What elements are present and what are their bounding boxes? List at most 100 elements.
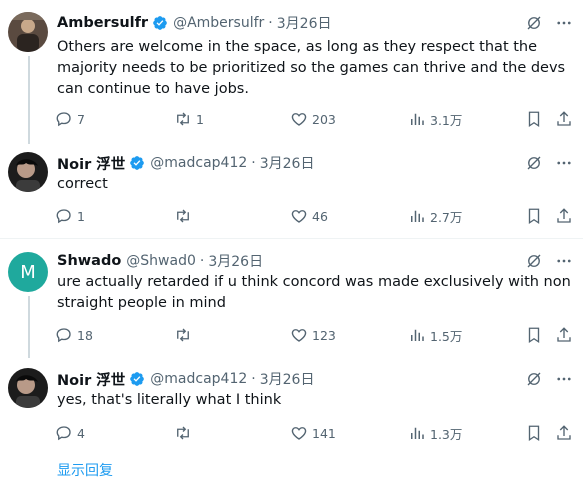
repost-icon — [177, 328, 189, 342]
like-button[interactable]: 123 — [290, 325, 336, 345]
action-bar: 18 123 1.5万 — [55, 325, 575, 345]
views-chart-icon — [411, 427, 424, 439]
avatar[interactable] — [8, 368, 48, 408]
repost-icon — [177, 426, 189, 440]
reply-button[interactable]: 4 — [55, 423, 85, 443]
views-button[interactable]: 3.1万 — [408, 109, 462, 129]
reply-icon — [56, 209, 71, 224]
tweet-text: correct — [57, 176, 108, 192]
tweet-text: ure actually retarded if u think concord… — [57, 274, 571, 311]
repost-button[interactable] — [174, 325, 196, 345]
verified-badge-icon — [153, 16, 167, 30]
bookmark-icon[interactable] — [525, 110, 543, 128]
repost-button[interactable] — [174, 206, 196, 226]
repost-count: 1 — [196, 111, 204, 127]
like-button[interactable]: 141 — [290, 423, 336, 443]
like-button[interactable]: 203 — [290, 109, 336, 129]
repost-icon — [177, 112, 189, 126]
views-button[interactable]: 1.5万 — [408, 325, 462, 345]
more-options-icon[interactable] — [555, 154, 573, 172]
timestamp[interactable]: 3月26日 — [277, 13, 332, 33]
reply-count: 7 — [77, 111, 85, 127]
avatar[interactable] — [8, 152, 48, 192]
reply-button[interactable]: 18 — [55, 325, 93, 345]
tweet-1[interactable]: Ambersulfr @Ambersulfr · 3月26日 Others ar… — [0, 0, 583, 144]
grok-icon[interactable] — [525, 154, 543, 172]
share-icon[interactable] — [555, 424, 573, 442]
share-icon[interactable] — [555, 207, 573, 225]
heart-icon — [291, 210, 307, 223]
repost-button[interactable] — [174, 423, 196, 443]
view-count: 3.1万 — [430, 112, 463, 128]
views-button[interactable]: 1.3万 — [408, 423, 462, 443]
heart-icon — [291, 427, 307, 440]
share-icon[interactable] — [555, 110, 573, 128]
author-name[interactable]: Shwado — [57, 253, 121, 269]
tweet-2[interactable]: Noir 浮世 @madcap412 · 3月26日 correct 1 46 … — [0, 140, 583, 236]
verified-badge-icon — [130, 156, 145, 170]
bookmark-icon[interactable] — [525, 207, 543, 225]
show-replies-link[interactable]: 显示回复 — [57, 460, 113, 477]
views-chart-icon — [411, 210, 424, 222]
views-chart-icon — [411, 113, 424, 125]
verified-badge-icon — [130, 372, 145, 386]
share-icon[interactable] — [555, 326, 573, 344]
author-handle[interactable]: @Ambersulfr — [173, 15, 264, 31]
thread-line — [28, 56, 30, 144]
tweet-text: yes, that's literally what I think — [57, 392, 282, 408]
more-options-icon[interactable] — [555, 370, 573, 388]
more-options-icon[interactable] — [555, 252, 573, 270]
like-button[interactable]: 46 — [290, 206, 328, 226]
repost-icon — [177, 209, 189, 223]
reply-count: 18 — [77, 327, 93, 343]
author-name[interactable]: Noir 浮世 — [57, 369, 125, 390]
action-bar: 4 141 1.3万 — [55, 423, 575, 443]
timestamp[interactable]: 3月26日 — [208, 251, 263, 271]
author-handle[interactable]: @Shwad0 — [126, 253, 196, 269]
timestamp[interactable]: 3月26日 — [260, 153, 315, 173]
grok-icon[interactable] — [525, 14, 543, 32]
separator-dot: · — [251, 371, 256, 387]
more-options-icon[interactable] — [555, 14, 573, 32]
grok-icon[interactable] — [525, 252, 543, 270]
heart-icon — [291, 329, 307, 342]
bookmark-icon[interactable] — [525, 424, 543, 442]
avatar[interactable]: M — [8, 252, 48, 292]
divider — [0, 238, 583, 239]
reply-icon — [56, 112, 71, 127]
reply-button[interactable]: 1 — [55, 206, 85, 226]
like-count: 141 — [312, 425, 336, 441]
separator-dot: · — [199, 253, 205, 269]
reply-count: 1 — [77, 208, 85, 224]
tweet-text: Others are welcome in the space, as long… — [57, 39, 566, 97]
reply-icon — [56, 426, 71, 441]
separator-dot: · — [251, 155, 256, 171]
author-handle[interactable]: @madcap412 — [150, 155, 247, 171]
thread-line — [28, 296, 30, 358]
separator-dot: · — [268, 15, 273, 31]
reply-button[interactable]: 7 — [55, 109, 85, 129]
grok-icon[interactable] — [525, 370, 543, 388]
author-name[interactable]: Ambersulfr — [57, 15, 148, 31]
view-count: 1.5万 — [430, 328, 463, 344]
repost-button[interactable]: 1 — [174, 109, 204, 129]
heart-icon — [291, 113, 307, 126]
view-count: 2.7万 — [430, 209, 463, 225]
tweet-4[interactable]: Noir 浮世 @madcap412 · 3月26日 yes, that's l… — [0, 356, 583, 452]
reply-count: 4 — [77, 425, 85, 441]
reply-icon — [56, 328, 71, 343]
author-name[interactable]: Noir 浮世 — [57, 153, 125, 174]
like-count: 46 — [312, 208, 328, 224]
action-bar: 1 46 2.7万 — [55, 206, 575, 226]
like-count: 203 — [312, 111, 336, 127]
timestamp[interactable]: 3月26日 — [260, 369, 315, 389]
avatar[interactable] — [8, 12, 48, 52]
tweet-3[interactable]: M Shwado @Shwad0 · 3月26日 ure actually re… — [0, 240, 583, 358]
author-handle[interactable]: @madcap412 — [150, 371, 247, 387]
view-count: 1.3万 — [430, 426, 463, 442]
avatar-letter: M — [20, 261, 36, 283]
action-bar: 7 1 203 3.1万 — [55, 109, 575, 129]
views-button[interactable]: 2.7万 — [408, 206, 462, 226]
views-chart-icon — [411, 329, 424, 341]
bookmark-icon[interactable] — [525, 326, 543, 344]
